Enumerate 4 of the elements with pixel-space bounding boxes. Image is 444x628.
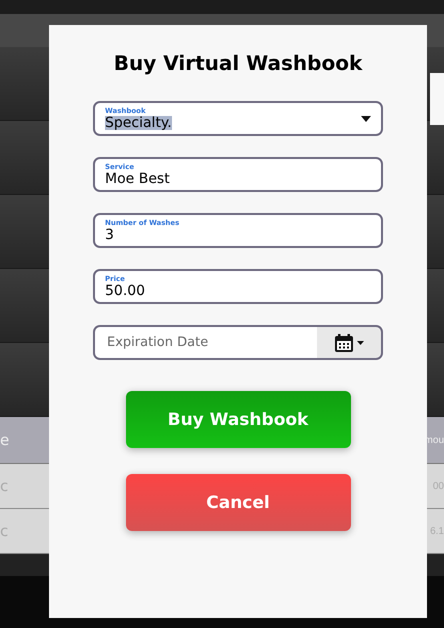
dialog-title: Buy Virtual Washbook — [114, 51, 362, 75]
side-panel — [430, 73, 444, 125]
column-header: e — [0, 431, 10, 449]
cancel-button[interactable]: Cancel — [126, 474, 350, 531]
